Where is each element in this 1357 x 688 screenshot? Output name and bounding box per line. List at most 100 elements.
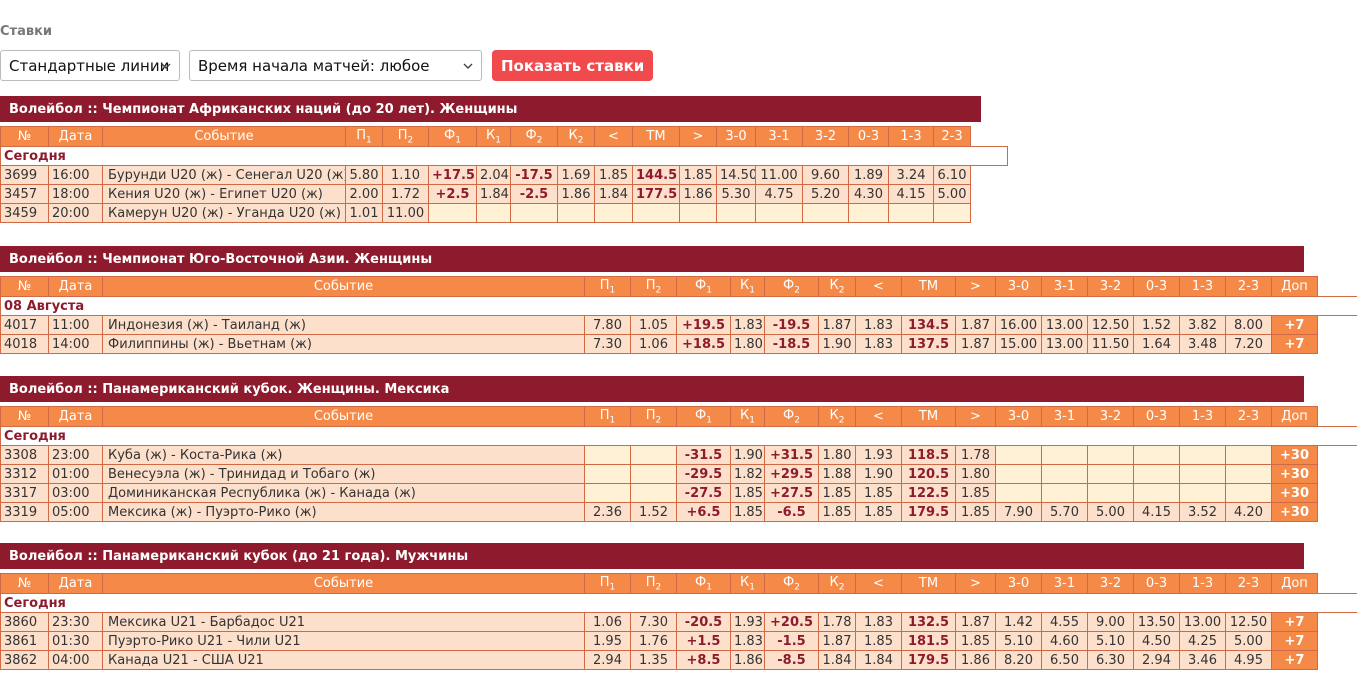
odds-cell[interactable]: 2.36: [584, 502, 631, 522]
odds-cell[interactable]: 16.00: [995, 315, 1042, 335]
col-header[interactable]: 0-3: [1133, 573, 1180, 594]
odds-cell[interactable]: 5.70: [1041, 502, 1088, 522]
col-header[interactable]: Ф1: [676, 406, 731, 427]
odds-cell[interactable]: 3.82: [1179, 315, 1226, 335]
odds-cell[interactable]: 1.10: [382, 165, 429, 185]
odds-cell[interactable]: 14.50: [716, 165, 756, 185]
col-header[interactable]: Ф1: [428, 126, 477, 147]
odds-cell[interactable]: 1.83: [855, 612, 902, 632]
odds-cell[interactable]: 5.00: [933, 184, 971, 204]
odds-cell[interactable]: 1.84: [818, 650, 856, 670]
col-header[interactable]: П2: [630, 276, 677, 297]
col-header[interactable]: 2-3: [1225, 573, 1272, 594]
odds-cell[interactable]: 2.94: [1133, 650, 1180, 670]
odds-cell[interactable]: 7.30: [584, 334, 631, 354]
col-header[interactable]: 3-1: [1041, 406, 1088, 427]
odds-cell[interactable]: 118.5: [901, 445, 956, 465]
odds-cell[interactable]: -29.5: [676, 464, 731, 484]
odds-cell[interactable]: +17.5: [428, 165, 477, 185]
show-bets-button[interactable]: Показать ставки: [492, 50, 654, 81]
odds-cell[interactable]: 1.86: [679, 184, 717, 204]
odds-cell[interactable]: 1.85: [855, 631, 902, 651]
col-header[interactable]: Ф2: [510, 126, 558, 147]
odds-cell[interactable]: 1.87: [955, 315, 996, 335]
odds-cell[interactable]: 1.78: [818, 612, 856, 632]
odds-cell[interactable]: 1.87: [818, 315, 856, 335]
odds-cell[interactable]: 1.85: [955, 631, 996, 651]
col-header[interactable]: Ф1: [676, 276, 731, 297]
odds-cell[interactable]: -17.5: [510, 165, 558, 185]
col-header[interactable]: К2: [818, 573, 856, 594]
odds-cell[interactable]: 1.83: [855, 315, 902, 335]
odds-cell[interactable]: 1.80: [818, 445, 856, 465]
odds-cell[interactable]: 13.50: [1133, 612, 1180, 632]
odds-cell[interactable]: 3.46: [1179, 650, 1226, 670]
odds-cell[interactable]: 1.85: [594, 165, 633, 185]
odds-cell[interactable]: 6.50: [1041, 650, 1088, 670]
col-header[interactable]: 3-2: [802, 126, 849, 147]
col-header[interactable]: <: [855, 276, 902, 297]
col-header[interactable]: 1-3: [1179, 406, 1226, 427]
col-header[interactable]: 0-3: [848, 126, 889, 147]
odds-cell[interactable]: 6.10: [933, 165, 971, 185]
odds-cell[interactable]: 1.84: [594, 184, 633, 204]
odds-cell[interactable]: 120.5: [901, 464, 956, 484]
odds-cell[interactable]: 1.83: [730, 631, 765, 651]
odds-cell[interactable]: 1.05: [630, 315, 677, 335]
odds-cell[interactable]: 1.86: [955, 650, 996, 670]
odds-cell[interactable]: 1.85: [818, 483, 856, 503]
odds-cell[interactable]: 1.95: [584, 631, 631, 651]
match-event[interactable]: Пуэрто-Рико U21 - Чили U21: [102, 631, 585, 651]
odds-cell[interactable]: 1.85: [679, 165, 717, 185]
odds-cell[interactable]: 179.5: [901, 650, 956, 670]
odds-cell[interactable]: 1.06: [630, 334, 677, 354]
odds-cell[interactable]: 1.83: [730, 315, 765, 335]
odds-cell[interactable]: 5.00: [1225, 631, 1272, 651]
col-header[interactable]: К2: [818, 406, 856, 427]
col-header[interactable]: ТМ: [632, 126, 680, 147]
more-bets-cell[interactable]: +7: [1271, 612, 1318, 632]
odds-cell[interactable]: 5.30: [716, 184, 756, 204]
odds-cell[interactable]: 4.75: [755, 184, 803, 204]
odds-cell[interactable]: 177.5: [632, 184, 680, 204]
odds-cell[interactable]: 1.85: [955, 483, 996, 503]
odds-cell[interactable]: +18.5: [676, 334, 731, 354]
col-header[interactable]: ТМ: [901, 276, 956, 297]
odds-cell[interactable]: 8.00: [1225, 315, 1272, 335]
col-header[interactable]: >: [679, 126, 717, 147]
col-header[interactable]: 0-3: [1133, 276, 1180, 297]
lines-select[interactable]: Стандартные линии: [0, 50, 180, 81]
match-event[interactable]: Индонезия (ж) - Таиланд (ж): [102, 315, 585, 335]
odds-cell[interactable]: 1.52: [1133, 315, 1180, 335]
more-bets-cell[interactable]: +30: [1271, 483, 1318, 503]
match-event[interactable]: Мексика (ж) - Пуэрто-Рико (ж): [102, 502, 585, 522]
odds-cell[interactable]: 1.83: [855, 334, 902, 354]
odds-cell[interactable]: 179.5: [901, 502, 956, 522]
odds-cell[interactable]: -18.5: [764, 334, 819, 354]
odds-cell[interactable]: 1.80: [955, 464, 996, 484]
col-header[interactable]: П2: [630, 573, 677, 594]
match-event[interactable]: Куба (ж) - Коста-Рика (ж): [102, 445, 585, 465]
odds-cell[interactable]: 1.06: [584, 612, 631, 632]
odds-cell[interactable]: 1.01: [345, 203, 383, 223]
match-event[interactable]: Камерун U20 (ж) - Уганда U20 (ж): [102, 203, 346, 223]
odds-cell[interactable]: 3.52: [1179, 502, 1226, 522]
col-header[interactable]: П1: [584, 573, 631, 594]
odds-cell[interactable]: 11.00: [382, 203, 429, 223]
odds-cell[interactable]: 7.20: [1225, 334, 1272, 354]
odds-cell[interactable]: 1.64: [1133, 334, 1180, 354]
odds-cell[interactable]: +27.5: [764, 483, 819, 503]
odds-cell[interactable]: 15.00: [995, 334, 1042, 354]
odds-cell[interactable]: 1.85: [855, 502, 902, 522]
odds-cell[interactable]: 4.50: [1133, 631, 1180, 651]
odds-cell[interactable]: 1.93: [730, 612, 765, 632]
odds-cell[interactable]: 1.85: [730, 483, 765, 503]
col-header[interactable]: >: [955, 406, 996, 427]
col-header[interactable]: <: [855, 573, 902, 594]
col-header[interactable]: Ф1: [676, 573, 731, 594]
odds-cell[interactable]: 5.00: [1087, 502, 1134, 522]
odds-cell[interactable]: +19.5: [676, 315, 731, 335]
col-header[interactable]: К1: [730, 406, 765, 427]
odds-cell[interactable]: 1.86: [557, 184, 595, 204]
col-header[interactable]: <: [855, 406, 902, 427]
